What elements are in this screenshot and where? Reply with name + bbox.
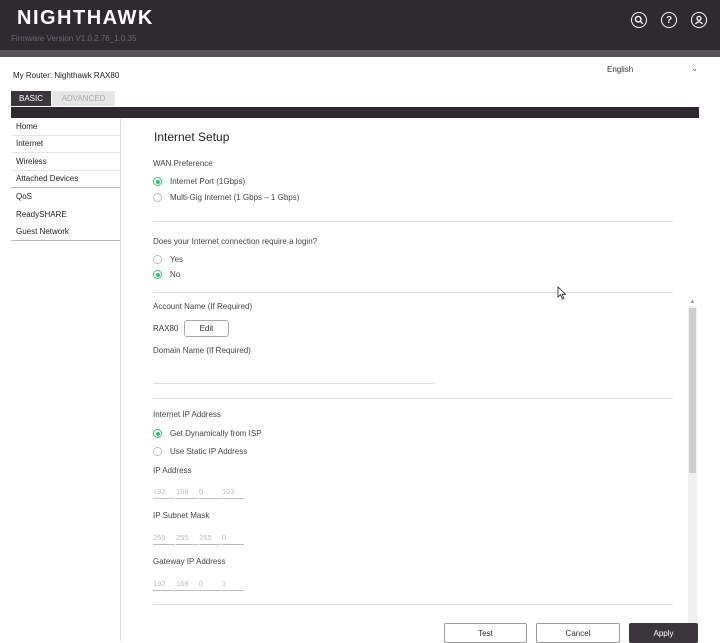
- scrollbar-thumb[interactable]: [689, 308, 696, 473]
- page-title: Internet Setup: [154, 130, 230, 144]
- router-name: My Router: Nighthawk RAX80: [13, 71, 120, 80]
- gateway-input: 192 168 0 1: [153, 577, 245, 591]
- top-header: NIGHTHAWK Firmware Version V1.0.2.76_1.0…: [0, 0, 720, 50]
- internet-ip-label: Internet IP Address: [153, 410, 221, 419]
- language-value: English: [607, 65, 634, 74]
- chevron-down-icon: ⌄: [691, 64, 698, 73]
- search-icon[interactable]: [631, 12, 647, 28]
- ip-octet-input[interactable]: 103: [222, 485, 244, 499]
- mask-octet-input[interactable]: 0: [222, 531, 244, 545]
- ip-option-static-label: Use Static IP Address: [170, 447, 248, 456]
- wan-option-internet-port-label: Internet Port (1Gbps): [170, 177, 246, 186]
- gateway-octet-input[interactable]: 168: [176, 577, 198, 591]
- scroll-up-icon[interactable]: ▲: [689, 298, 696, 306]
- mask-octet-input[interactable]: 255: [199, 531, 221, 545]
- firmware-version: Firmware Version V1.0.2.76_1.0.35: [11, 34, 137, 43]
- divider: [153, 292, 673, 293]
- ip-option-static[interactable]: Use Static IP Address: [153, 447, 247, 456]
- radio-selected-icon: [153, 177, 162, 186]
- edit-button[interactable]: Edit: [184, 320, 229, 337]
- sidebar-item-qos[interactable]: QoS: [11, 188, 120, 206]
- sidebar-item-readyshare[interactable]: ReadySHARE: [11, 206, 120, 224]
- divider: [153, 604, 673, 605]
- cancel-button[interactable]: Cancel: [536, 623, 620, 643]
- language-select[interactable]: English ⌄: [607, 64, 702, 79]
- account-name-value: RAX80: [153, 324, 179, 333]
- wan-preference-label: WAN Preference: [153, 159, 213, 168]
- mask-octet-input[interactable]: 255: [153, 531, 175, 545]
- ip-octet-input[interactable]: 168: [176, 485, 198, 499]
- login-option-yes-label: Yes: [170, 255, 184, 264]
- ip-octet-input[interactable]: 0: [199, 485, 221, 499]
- wan-option-multigig[interactable]: Multi-Gig Internet (1 Gbps – 1 Gbps): [153, 193, 299, 202]
- nighthawk-logo: NIGHTHAWK: [17, 7, 154, 29]
- tab-bar: [11, 107, 699, 118]
- account-name-label: Account Name (If Required): [153, 302, 253, 311]
- sidebar: Home Internet Wireless Attached Devices …: [11, 118, 121, 641]
- domain-name-label: Domain Name (If Required): [153, 346, 251, 355]
- wan-option-internet-port[interactable]: Internet Port (1Gbps): [153, 177, 245, 186]
- tab-basic[interactable]: BASIC: [11, 91, 51, 106]
- ip-octet-input[interactable]: 192: [153, 485, 175, 499]
- sidebar-item-guest-network[interactable]: Guest Network: [11, 223, 120, 241]
- ip-option-dynamic[interactable]: Get Dynamically from ISP: [153, 429, 262, 438]
- help-icon[interactable]: ?: [661, 12, 677, 28]
- gateway-octet-input[interactable]: 0: [199, 577, 221, 591]
- sidebar-item-home[interactable]: Home: [11, 118, 120, 136]
- wan-option-multigig-label: Multi-Gig Internet (1 Gbps – 1 Gbps): [170, 193, 300, 202]
- sidebar-item-wireless[interactable]: Wireless: [11, 153, 120, 171]
- domain-name-input[interactable]: [153, 383, 435, 384]
- login-option-no[interactable]: No: [153, 270, 180, 279]
- tab-advanced[interactable]: ADVANCED: [52, 91, 115, 106]
- header-subbar: [0, 50, 720, 57]
- gateway-octet-input[interactable]: 192: [153, 577, 175, 591]
- mode-tabs: BASIC ADVANCED: [11, 91, 115, 106]
- mask-octet-input[interactable]: 255: [176, 531, 198, 545]
- login-question: Does your Internet connection require a …: [153, 237, 318, 246]
- radio-selected-icon: [153, 270, 162, 279]
- user-icon[interactable]: [691, 12, 707, 28]
- gateway-label: Gateway IP Address: [153, 557, 226, 566]
- ip-option-dynamic-label: Get Dynamically from ISP: [170, 429, 262, 438]
- login-option-yes[interactable]: Yes: [153, 255, 183, 264]
- mouse-cursor-icon: [557, 286, 567, 300]
- divider: [153, 398, 673, 399]
- test-button[interactable]: Test: [444, 623, 527, 643]
- main-content: Internet Setup WAN Preference Internet P…: [121, 118, 699, 643]
- login-option-no-label: No: [170, 270, 181, 279]
- header-icons: ?: [631, 12, 707, 28]
- ip-address-input: 192 168 0 103: [153, 485, 245, 499]
- gateway-octet-input[interactable]: 1: [222, 577, 244, 591]
- divider: [153, 221, 673, 222]
- sidebar-item-internet[interactable]: Internet: [11, 136, 120, 153]
- sidebar-item-attached-devices[interactable]: Attached Devices: [11, 171, 120, 188]
- ip-address-label: IP Address: [153, 466, 192, 475]
- radio-selected-icon: [153, 429, 162, 438]
- subnet-mask-input: 255 255 255 0: [153, 531, 245, 545]
- apply-button[interactable]: Apply: [629, 623, 698, 643]
- subnet-mask-label: IP Subnet Mask: [153, 511, 210, 520]
- radio-unselected-icon: [153, 255, 162, 264]
- radio-unselected-icon: [153, 447, 162, 456]
- radio-unselected-icon: [153, 193, 162, 202]
